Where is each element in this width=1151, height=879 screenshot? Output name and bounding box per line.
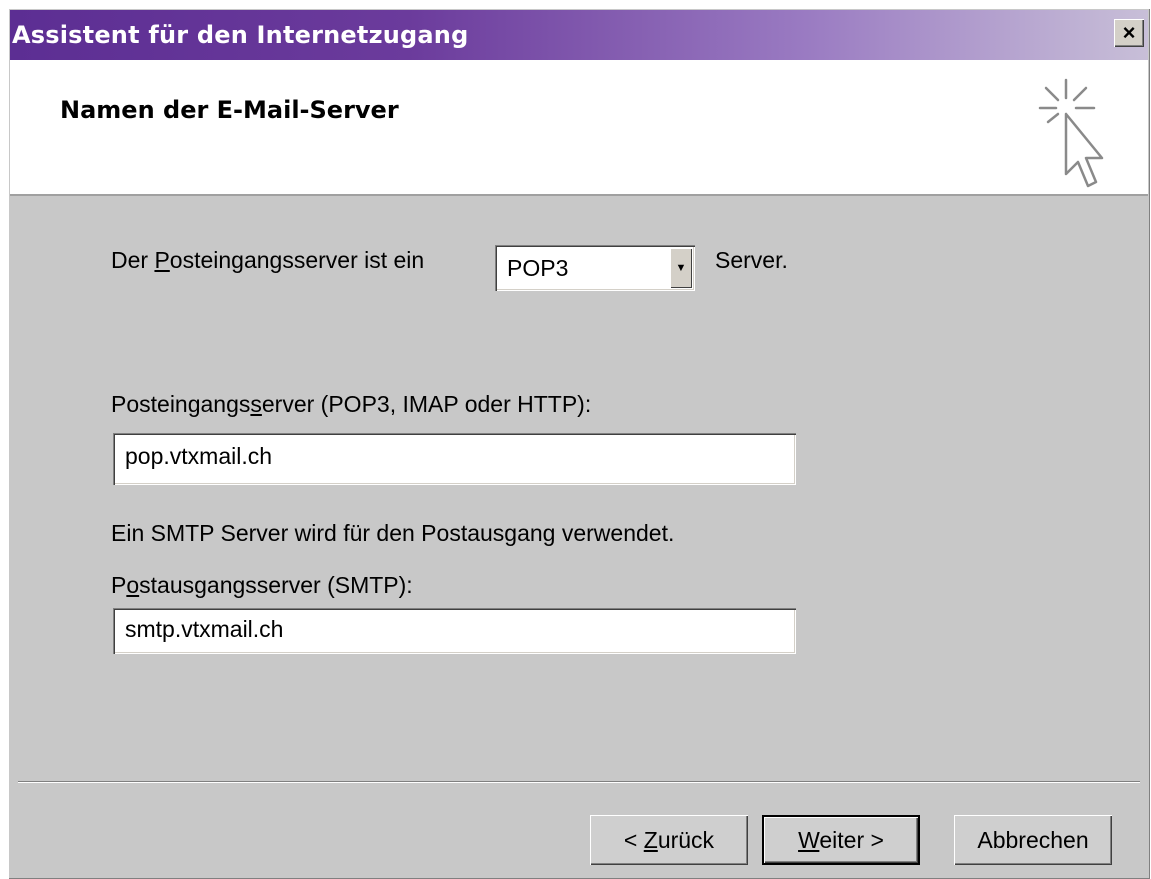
- close-button[interactable]: ×: [1114, 19, 1144, 47]
- page-title: Namen der E-Mail-Server: [60, 96, 399, 124]
- outgoing-server-field[interactable]: smtp.vtxmail.ch: [113, 608, 796, 654]
- cancel-button-label: Abbrechen: [977, 826, 1089, 853]
- title-bar[interactable]: Assistent für den Internetzugang ×: [10, 10, 1148, 60]
- incoming-server-field[interactable]: pop.vtxmail.ch: [113, 433, 796, 485]
- outgoing-server-label: Postausgangsserver (SMTP):: [111, 572, 413, 598]
- window-title: Assistent für den Internetzugang: [12, 21, 469, 49]
- smtp-info-text: Ein SMTP Server wird für den Postausgang…: [111, 520, 675, 546]
- wizard-header: Namen der E-Mail-Server: [10, 60, 1148, 196]
- next-button[interactable]: Weiter >: [762, 815, 920, 865]
- wizard-window: Assistent für den Internetzugang × Namen…: [8, 8, 1150, 879]
- wizard-cursor-icon: [1038, 78, 1104, 188]
- incoming-type-label: Der Posteingangsserver ist ein: [111, 247, 425, 273]
- incoming-type-select[interactable]: POP3 ▼: [495, 245, 695, 291]
- footer-separator: [18, 781, 1140, 783]
- incoming-type-suffix: Server.: [715, 247, 788, 273]
- next-button-label: Weiter >: [798, 826, 884, 853]
- back-button[interactable]: < Zurück: [590, 815, 748, 865]
- dropdown-arrow-icon[interactable]: ▼: [670, 248, 692, 288]
- incoming-type-value: POP3: [507, 255, 569, 281]
- cancel-button[interactable]: Abbrechen: [954, 815, 1112, 865]
- close-icon: ×: [1122, 20, 1136, 45]
- incoming-server-label: Posteingangsserver (POP3, IMAP oder HTTP…: [111, 391, 592, 417]
- back-button-label: < Zurück: [623, 826, 715, 853]
